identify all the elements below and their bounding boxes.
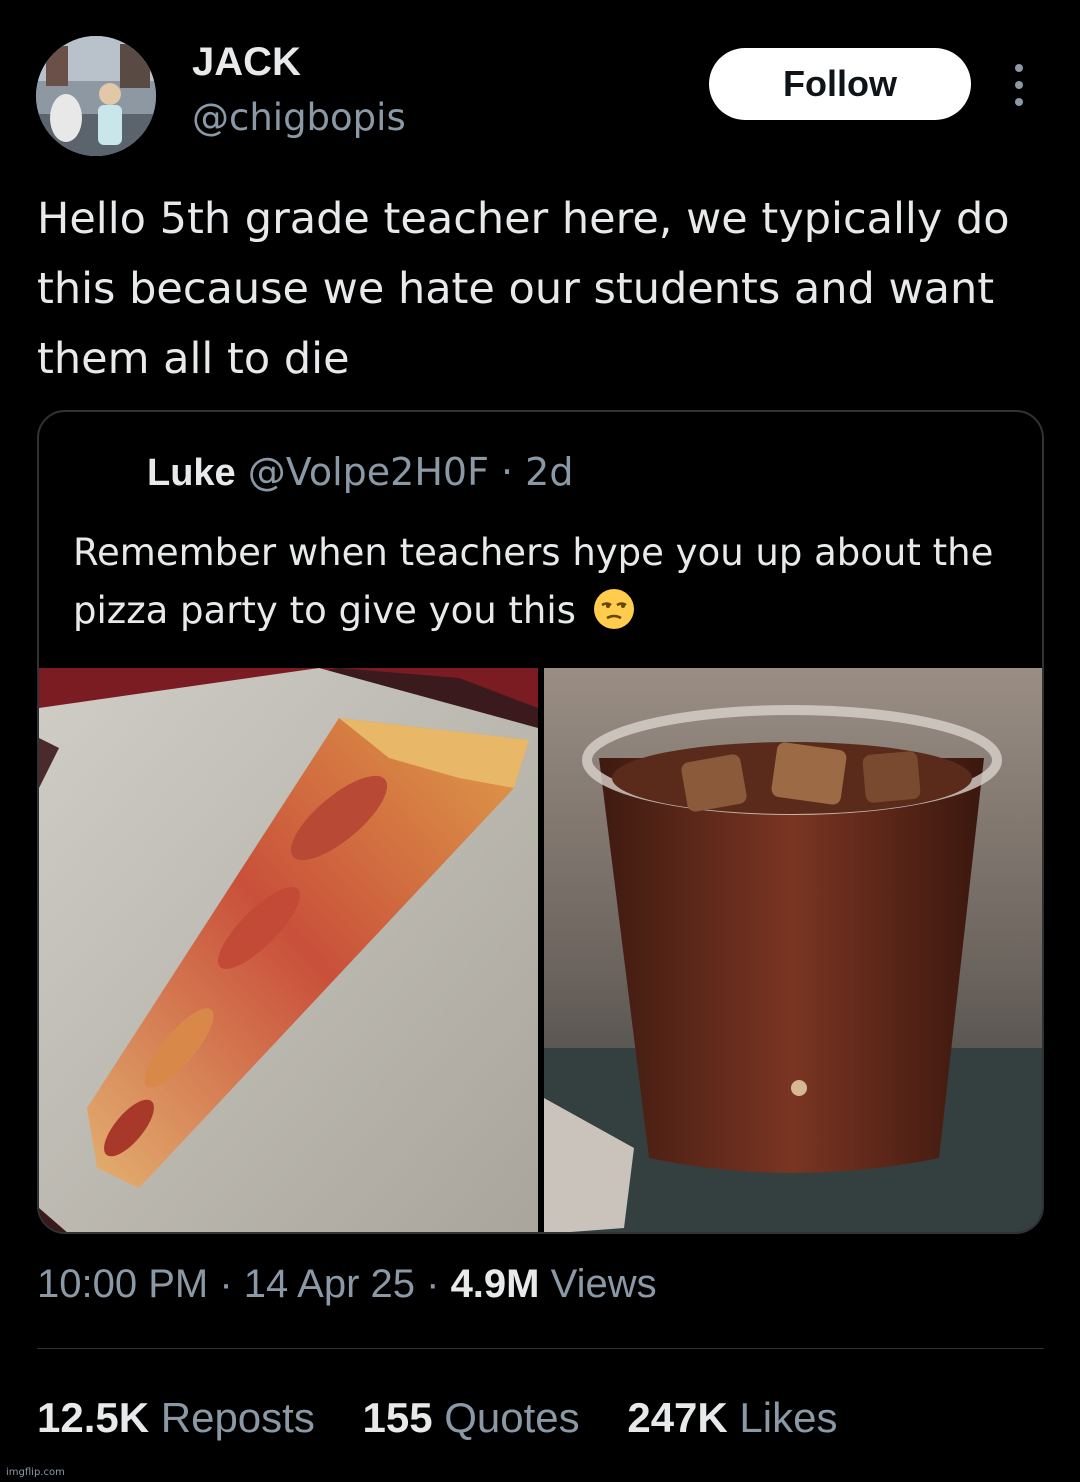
quoted-author-meta: @Volpe2H0F · 2d <box>247 450 574 494</box>
reposts-stat[interactable]: 12.5K Reposts <box>37 1394 315 1441</box>
more-options-icon[interactable] <box>1004 64 1034 106</box>
tweet-time-date: 10:00 PM · 14 Apr 25 · <box>37 1262 451 1306</box>
quoted-tweet-header: Luke @Volpe2H0F · 2d <box>147 450 573 495</box>
quoted-author-name: Luke <box>147 452 236 494</box>
author-handle[interactable]: @chigbopis <box>192 96 406 139</box>
likes-stat[interactable]: 247K Likes <box>627 1394 837 1441</box>
quotes-count: 155 <box>362 1394 433 1441</box>
quoted-tweet-text: Remember when teachers hype you up about… <box>73 531 994 632</box>
author-name[interactable]: JACK <box>192 40 301 85</box>
watermark: imgflip.com <box>6 1467 65 1478</box>
likes-count: 247K <box>627 1394 728 1441</box>
quoted-tweet[interactable]: Luke @Volpe2H0F · 2d Remember when teach… <box>37 410 1044 1234</box>
reposts-count: 12.5K <box>37 1394 150 1441</box>
divider <box>37 1348 1044 1349</box>
tweet-timestamp[interactable]: 10:00 PM · 14 Apr 25 · 4.9M Views <box>37 1262 657 1307</box>
views-count: 4.9M <box>450 1262 540 1306</box>
author-avatar[interactable] <box>36 36 156 156</box>
unamused-face-icon <box>593 589 634 629</box>
tweet-text: Hello 5th grade teacher here, we typical… <box>37 194 1010 384</box>
pizza-slice-photo[interactable] <box>39 668 538 1232</box>
engagement-stats: 12.5K Reposts 155 Quotes 247K Likes <box>37 1394 873 1442</box>
reposts-label: Reposts <box>160 1394 315 1441</box>
quoted-tweet-text-block: Remember when teachers hype you up about… <box>73 524 1023 640</box>
follow-button[interactable]: Follow <box>709 48 971 120</box>
quotes-stat[interactable]: 155 Quotes <box>363 1394 580 1441</box>
quotes-label: Quotes <box>444 1394 580 1441</box>
likes-label: Likes <box>739 1394 838 1441</box>
soda-cup-photo[interactable] <box>544 668 1042 1232</box>
views-label: Views <box>539 1262 657 1306</box>
